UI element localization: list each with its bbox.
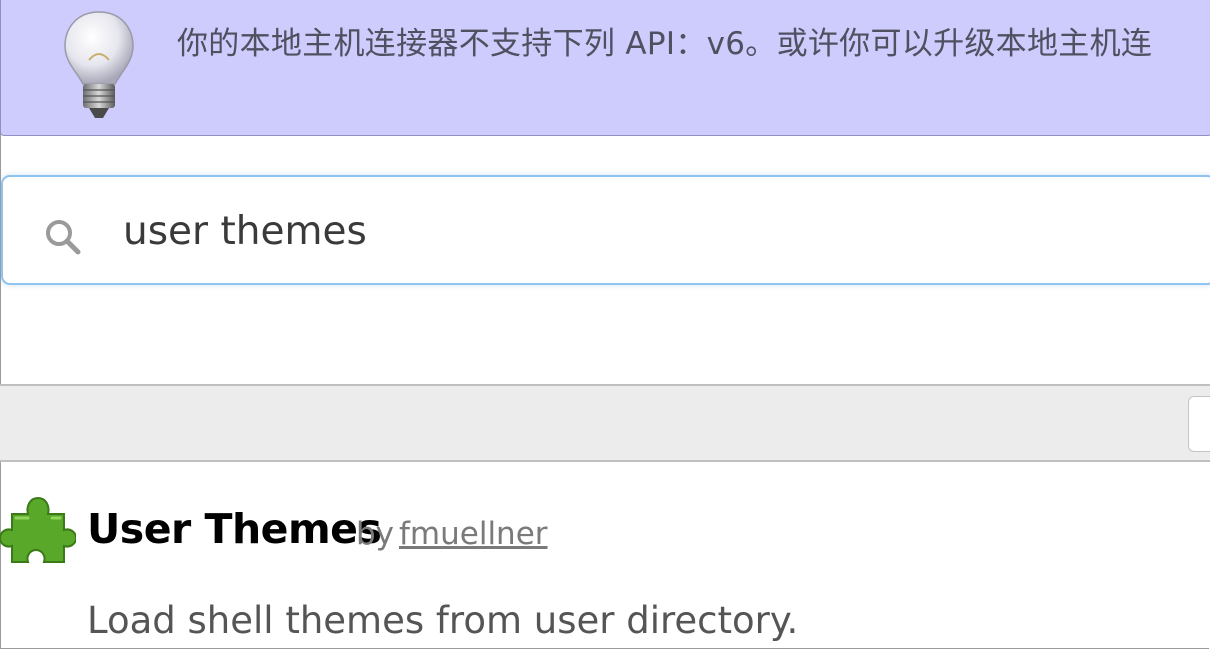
search-input[interactable] — [123, 201, 1123, 261]
notice-text: 你的本地主机连接器不支持下列 API：v6。或许你可以升级本地主机连 — [177, 26, 1153, 62]
search-box[interactable] — [1, 175, 1210, 285]
extension-name[interactable]: User Themes — [87, 503, 382, 555]
toolbar-button[interactable] — [1188, 396, 1210, 452]
search-icon — [46, 220, 81, 255]
extension-author-link[interactable]: fmuellner — [399, 512, 548, 556]
notice-banner: 你的本地主机连接器不支持下列 API：v6。或许你可以升级本地主机连 — [0, 0, 1210, 136]
results-toolbar — [0, 384, 1210, 462]
extension-description: Load shell themes from user directory. — [87, 599, 799, 642]
lightbulb-icon — [64, 11, 134, 118]
puzzle-piece-icon — [0, 496, 76, 563]
extension-by-label: by — [356, 516, 395, 552]
